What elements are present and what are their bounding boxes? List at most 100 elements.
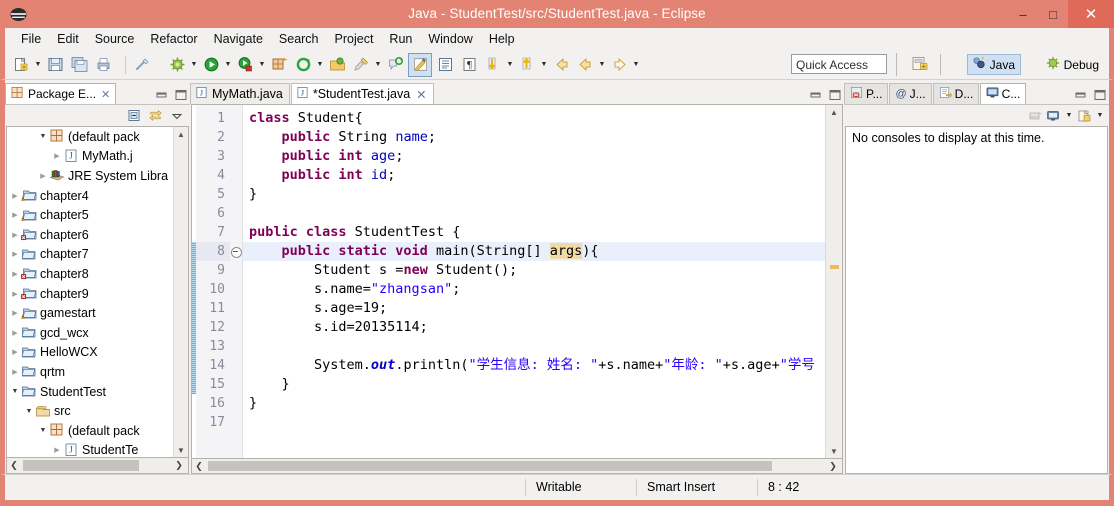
external-tools-dropdown-icon[interactable]: ▼	[315, 54, 325, 76]
new-icon[interactable]	[10, 54, 32, 76]
scroll-left-icon[interactable]: ❮	[7, 460, 21, 471]
scroll-right-icon[interactable]: ❯	[172, 460, 186, 471]
menu-help[interactable]: Help	[481, 30, 523, 48]
tree-item[interactable]: ▶ gamestart	[7, 303, 174, 323]
scroll-down-icon[interactable]: ▼	[826, 444, 842, 458]
scroll-down-icon[interactable]: ▼	[174, 443, 188, 457]
close-icon[interactable]: ✕	[416, 87, 426, 102]
open-perspective-icon[interactable]	[911, 55, 931, 75]
expand-arrow-open-icon[interactable]: ▼	[37, 133, 49, 140]
search-dropdown-icon[interactable]: ▼	[373, 54, 383, 76]
menu-window[interactable]: Window	[420, 30, 480, 48]
menu-edit[interactable]: Edit	[49, 30, 87, 48]
tab-package-explorer[interactable]: Package E... ✕	[5, 83, 117, 104]
tree-item[interactable]: ▼ src	[7, 401, 174, 421]
expand-arrow-closed-icon[interactable]: ▶	[9, 192, 21, 200]
expand-arrow-closed-icon[interactable]: ▶	[9, 211, 21, 219]
debug-icon[interactable]	[166, 54, 188, 76]
new-dropdown-icon[interactable]: ▼	[33, 54, 43, 76]
tree-vertical-scrollbar[interactable]: ▲ ▼	[173, 127, 188, 457]
expand-arrow-closed-icon[interactable]: ▶	[9, 368, 21, 376]
forward-dropdown-icon[interactable]: ▼	[631, 54, 641, 76]
show-whitespace-icon[interactable]: ¶	[458, 54, 480, 76]
tree-item[interactable]: ▶ JRE System Libra	[7, 166, 174, 186]
save-all-icon[interactable]	[68, 54, 90, 76]
maximize-button[interactable]: □	[1038, 0, 1068, 28]
tab-javadoc[interactable]: @ J...	[889, 83, 932, 104]
editor-body[interactable]: 1 2 3 4 5 6 7 8 9 10 11 12 13 14 15 16 17 class Student{…	[191, 104, 843, 459]
tree-item[interactable]: ▶ chapter8	[7, 264, 174, 284]
tab-studenttest-java[interactable]: J *StudentTest.java ✕	[290, 83, 434, 104]
menu-file[interactable]: File	[13, 30, 49, 48]
coverage-dropdown-icon[interactable]: ▼	[257, 54, 267, 76]
minimize-button[interactable]: –	[1008, 0, 1038, 28]
menu-navigate[interactable]: Navigate	[206, 30, 271, 48]
menu-search[interactable]: Search	[271, 30, 327, 48]
scroll-right-icon[interactable]: ❯	[826, 461, 840, 472]
expand-arrow-closed-icon[interactable]: ▶	[9, 309, 21, 317]
open-console-icon[interactable]	[1077, 109, 1092, 123]
debug-dropdown-icon[interactable]: ▼	[189, 54, 199, 76]
external-tools-icon[interactable]	[292, 54, 314, 76]
tab-console[interactable]: C... ✕	[979, 83, 1026, 104]
back-dropdown-icon[interactable]: ▼	[597, 54, 607, 76]
minimize-icon[interactable]	[808, 88, 823, 102]
package-explorer-tree[interactable]: ▼ (default pack ▶ J MyMath.j ▶ JRE System Libr…	[6, 126, 189, 458]
open-console-dropdown-icon[interactable]: ▼	[1095, 105, 1105, 127]
last-edit-dropdown-icon[interactable]: ▼	[539, 54, 549, 76]
coverage-icon[interactable]	[234, 54, 256, 76]
maximize-icon[interactable]	[173, 88, 188, 102]
search-icon[interactable]	[350, 54, 372, 76]
view-menu-icon[interactable]	[169, 109, 184, 123]
display-console-dropdown-icon[interactable]: ▼	[1064, 105, 1074, 127]
tree-item[interactable]: ▶ chapter7	[7, 245, 174, 265]
tree-item[interactable]: ▶ qrtm	[7, 362, 174, 382]
expand-arrow-open-icon[interactable]: ▼	[37, 427, 49, 434]
annotation-marker[interactable]	[830, 265, 839, 269]
menu-source[interactable]: Source	[87, 30, 143, 48]
expand-arrow-closed-icon[interactable]: ▶	[9, 290, 21, 298]
editor-vertical-scrollbar[interactable]: ▲ ▼	[825, 105, 842, 458]
console-content[interactable]: No consoles to display at this time.	[845, 126, 1108, 474]
tree-item[interactable]: ▶ chapter9	[7, 284, 174, 304]
expand-arrow-closed-icon[interactable]: ▶	[9, 329, 21, 337]
tree-item[interactable]: ▶ chapter4	[7, 186, 174, 206]
print-icon[interactable]	[92, 54, 114, 76]
menu-run[interactable]: Run	[381, 30, 420, 48]
scroll-left-icon[interactable]: ❮	[192, 461, 206, 472]
tree-horizontal-scrollbar[interactable]: ❮ ❯	[6, 458, 189, 474]
close-icon[interactable]: ✕	[101, 88, 110, 101]
toggle-markoccurrences-icon[interactable]	[131, 54, 153, 76]
folding-ruler[interactable]	[230, 105, 243, 458]
scroll-thumb[interactable]	[208, 461, 772, 471]
tree-item[interactable]: ▶ chapter6	[7, 225, 174, 245]
perspective-debug[interactable]: Debug	[1041, 54, 1103, 75]
open-type-icon[interactable]	[326, 54, 348, 76]
maximize-icon[interactable]	[1092, 88, 1107, 102]
editor-horizontal-scrollbar[interactable]: ❮ ❯	[191, 459, 843, 474]
tree-item[interactable]: ▼ (default pack	[7, 127, 174, 147]
clear-console-icon[interactable]	[1028, 109, 1043, 123]
java-editor-icon[interactable]	[408, 52, 432, 77]
previous-edit-icon[interactable]	[482, 54, 504, 76]
close-button[interactable]: ✕	[1068, 0, 1114, 28]
last-edit-icon[interactable]	[516, 54, 538, 76]
previous-edit-dropdown-icon[interactable]: ▼	[505, 54, 515, 76]
scroll-up-icon[interactable]: ▲	[826, 105, 842, 119]
tab-mymath-java[interactable]: J MyMath.java	[190, 83, 290, 104]
maximize-icon[interactable]	[827, 88, 842, 102]
link-with-editor-icon[interactable]	[148, 109, 163, 123]
back-icon[interactable]	[550, 54, 572, 76]
scroll-up-icon[interactable]: ▲	[174, 127, 188, 141]
expand-arrow-open-icon[interactable]: ▼	[9, 388, 21, 395]
code-area[interactable]: class Student{ public String name; publi…	[243, 105, 842, 458]
menu-refactor[interactable]: Refactor	[142, 30, 205, 48]
quick-access-input[interactable]: Quick Access	[791, 54, 887, 74]
expand-arrow-closed-icon[interactable]: ▶	[51, 152, 63, 160]
menu-project[interactable]: Project	[327, 30, 382, 48]
minimize-icon[interactable]	[154, 88, 169, 102]
tree-item[interactable]: ▼ (default pack	[7, 421, 174, 441]
expand-arrow-open-icon[interactable]: ▼	[23, 408, 35, 415]
expand-arrow-closed-icon[interactable]: ▶	[37, 172, 49, 180]
toggle-block-selection-icon[interactable]	[434, 54, 456, 76]
